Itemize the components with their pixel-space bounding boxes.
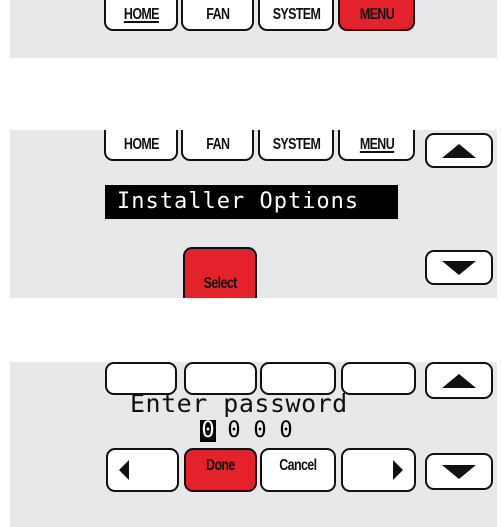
password-digits: 0 0 0 0 <box>200 420 294 442</box>
cursor-left-button[interactable] <box>106 448 179 492</box>
triangle-up-icon <box>442 373 476 388</box>
scroll-up-button[interactable] <box>425 133 493 168</box>
tab-fan[interactable]: FAN <box>181 130 254 161</box>
tab-home-label: HOME <box>123 135 160 153</box>
scroll-down-button[interactable] <box>425 250 493 285</box>
tab-fan[interactable]: FAN <box>181 0 254 31</box>
cursor-right-button[interactable] <box>341 448 416 492</box>
tab-home-label: HOME <box>123 5 160 23</box>
option-banner: Installer Options <box>105 185 398 219</box>
done-label: Done <box>206 457 235 474</box>
cancel-label: Cancel <box>279 457 317 474</box>
tab-menu-label: MENU <box>359 5 394 23</box>
screen-home-menu: HOME FAN SYSTEM MENU <box>10 0 497 58</box>
tab-home[interactable]: HOME <box>104 0 178 31</box>
password-digit-1[interactable]: 0 <box>200 420 216 442</box>
tab-fan-label: FAN <box>205 5 230 23</box>
screen-enter-password: Enter password 0 0 0 0 Done Cancel <box>10 362 497 527</box>
select-button[interactable]: Select <box>183 247 257 298</box>
password-digit-2[interactable]: 0 <box>226 420 242 442</box>
tab-home[interactable]: HOME <box>104 130 178 161</box>
triangle-left-icon <box>119 460 129 480</box>
triangle-up-icon <box>442 143 476 158</box>
tab-menu[interactable]: MENU <box>338 0 415 31</box>
blank-button-4[interactable] <box>341 362 416 395</box>
tab-fan-label: FAN <box>205 135 230 153</box>
triangle-right-icon <box>393 460 403 480</box>
tab-system[interactable]: SYSTEM <box>258 0 334 31</box>
password-digit-3[interactable]: 0 <box>252 420 268 442</box>
triangle-down-icon <box>442 464 476 479</box>
tab-system[interactable]: SYSTEM <box>258 130 334 161</box>
done-button[interactable]: Done <box>184 448 257 492</box>
tab-system-label: SYSTEM <box>272 135 320 153</box>
password-digit-4[interactable]: 0 <box>278 420 294 442</box>
select-label: Select <box>203 275 237 292</box>
screen-installer-options: HOME FAN SYSTEM MENU Installer Options S… <box>10 130 497 298</box>
tab-menu[interactable]: MENU <box>338 130 415 161</box>
scroll-down-button[interactable] <box>425 453 493 490</box>
tab-menu-label: MENU <box>359 135 394 153</box>
password-prompt: Enter password <box>130 389 348 418</box>
cancel-button[interactable]: Cancel <box>260 448 336 492</box>
triangle-down-icon <box>442 260 476 275</box>
scroll-up-button[interactable] <box>425 362 493 399</box>
tab-system-label: SYSTEM <box>272 5 320 23</box>
